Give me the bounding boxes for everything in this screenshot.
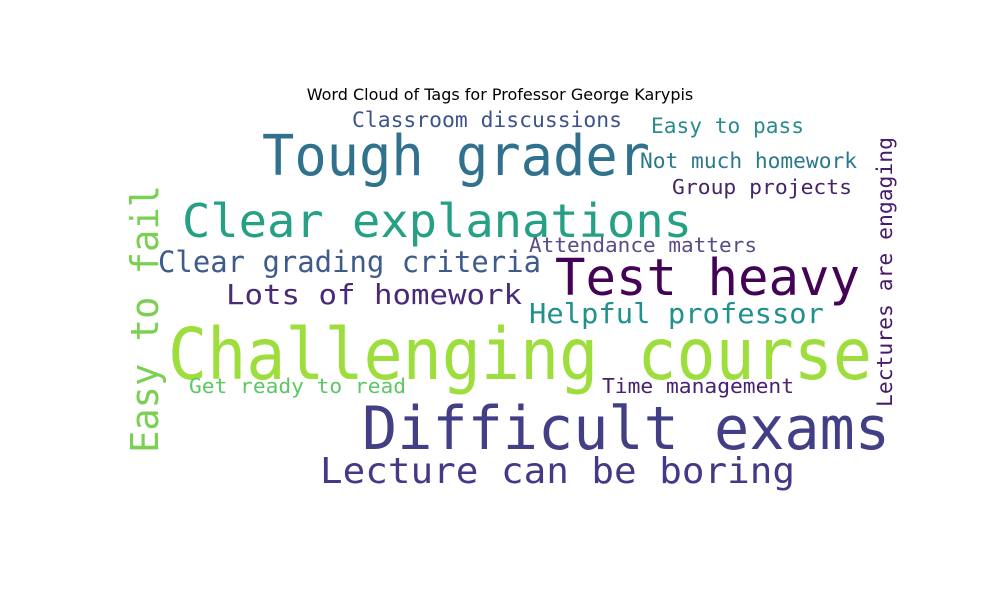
word-lots-of-homework: Lots of homework [226,278,522,311]
word-easy-to-pass: Easy to pass [651,114,804,138]
word-group-projects: Group projects [672,175,852,199]
word-clear-grading-criteria: Clear grading criteria [158,245,541,279]
word-not-much-homework: Not much homework [640,149,857,173]
word-cloud: Challenging courseDifficult examsTough g… [123,108,897,492]
word-lecture-can-be-boring: Lecture can be boring [320,451,795,492]
word-classroom-discussions: Classroom discussions [352,108,622,132]
word-easy-to-fail: Easy to fail [123,185,167,453]
word-tough-grader: Tough grader [262,124,650,189]
word-time-management: Time management [602,374,794,398]
word-attendance-matters: Attendance matters [529,233,757,257]
word-helpful-professor: Helpful professor [529,297,824,330]
word-get-ready-to-read: Get ready to read [189,374,406,398]
word-lectures-are-engaging: Lectures are engaging [873,137,897,407]
